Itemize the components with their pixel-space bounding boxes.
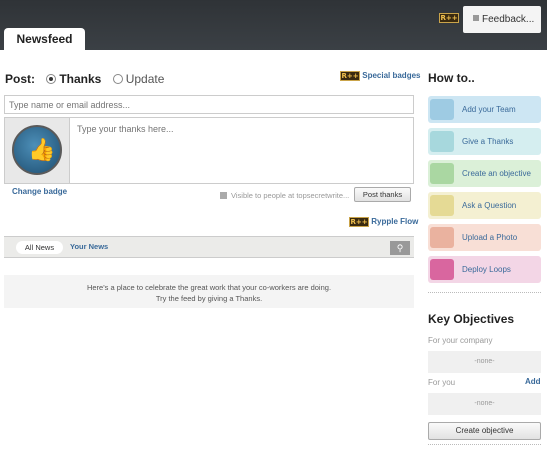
- speech-bubble-icon: [473, 15, 479, 21]
- compose-box: 👍: [4, 117, 414, 184]
- howto-add-team[interactable]: Add your Team: [428, 96, 541, 123]
- howto-label: Add your Team: [462, 105, 516, 114]
- rypple-badge-icon: R++: [439, 13, 459, 23]
- company-objectives-label: For your company: [428, 336, 493, 345]
- howto-deploy-loops[interactable]: Deploy Loops: [428, 256, 541, 283]
- key-objectives-title: Key Objectives: [428, 312, 515, 326]
- divider: [428, 292, 541, 293]
- howto-upload-photo[interactable]: Upload a Photo: [428, 224, 541, 251]
- howto-ask-question[interactable]: Ask a Question: [428, 192, 541, 219]
- feedback-button[interactable]: Feedback...: [463, 6, 541, 33]
- post-thanks-button[interactable]: Post thanks: [354, 187, 411, 202]
- tab-all-news[interactable]: All News: [16, 241, 63, 254]
- howto-label: Upload a Photo: [462, 233, 518, 242]
- divider: [428, 444, 541, 445]
- post-type-selector: Post: Thanks Update: [5, 72, 164, 86]
- badge-picker[interactable]: 👍: [5, 118, 70, 183]
- howto-give-thanks[interactable]: Give a Thanks: [428, 128, 541, 155]
- speech-bubble-icon: [430, 195, 454, 216]
- news-filter-bar: All News Your News ⚲: [4, 236, 414, 258]
- howto-create-objective[interactable]: Create an objective: [428, 160, 541, 187]
- photo-icon: [430, 227, 454, 248]
- post-label: Post:: [5, 72, 35, 86]
- thanks-textarea[interactable]: [71, 118, 413, 183]
- add-objective-link[interactable]: Add: [525, 377, 541, 386]
- recipient-input[interactable]: [4, 95, 414, 114]
- search-icon[interactable]: ⚲: [390, 241, 410, 255]
- team-icon: [430, 99, 454, 120]
- rypple-badge-icon: R++: [349, 217, 369, 227]
- visibility-note: Visible to people at topsecretwrite...: [220, 191, 349, 200]
- special-badges-link[interactable]: R++ Special badges: [340, 71, 420, 81]
- create-objective-button[interactable]: Create objective: [428, 422, 541, 440]
- howto-label: Deploy Loops: [462, 265, 511, 274]
- howto-label: Give a Thanks: [462, 137, 514, 146]
- flag-icon: [430, 163, 454, 184]
- radio-thanks[interactable]: [46, 74, 57, 84]
- howto-title: How to..: [428, 71, 475, 85]
- lock-icon: [220, 192, 227, 199]
- radio-update-label[interactable]: Update: [126, 72, 165, 86]
- radio-thanks-label[interactable]: Thanks: [59, 72, 101, 86]
- personal-objectives-value: -none-: [428, 393, 541, 415]
- radio-update[interactable]: [112, 74, 123, 84]
- loop-icon: [430, 259, 454, 280]
- company-objectives-value: -none-: [428, 351, 541, 373]
- thumbs-up-badge-icon: 👍: [12, 125, 62, 175]
- tab-newsfeed[interactable]: Newsfeed: [4, 28, 85, 50]
- howto-label: Ask a Question: [462, 201, 517, 210]
- feedback-label: Feedback...: [482, 14, 535, 25]
- change-badge-link[interactable]: Change badge: [12, 187, 67, 196]
- rypple-badge-icon: R++: [340, 71, 360, 81]
- rypple-flow-link[interactable]: R++ Rypple Flow: [349, 217, 418, 227]
- howto-label: Create an objective: [462, 169, 531, 178]
- personal-objectives-label: For you: [428, 378, 456, 387]
- empty-feed-message: Here's a place to celebrate the great wo…: [4, 275, 414, 308]
- tab-your-news[interactable]: Your News: [70, 242, 108, 251]
- thumbs-up-icon: [430, 131, 454, 152]
